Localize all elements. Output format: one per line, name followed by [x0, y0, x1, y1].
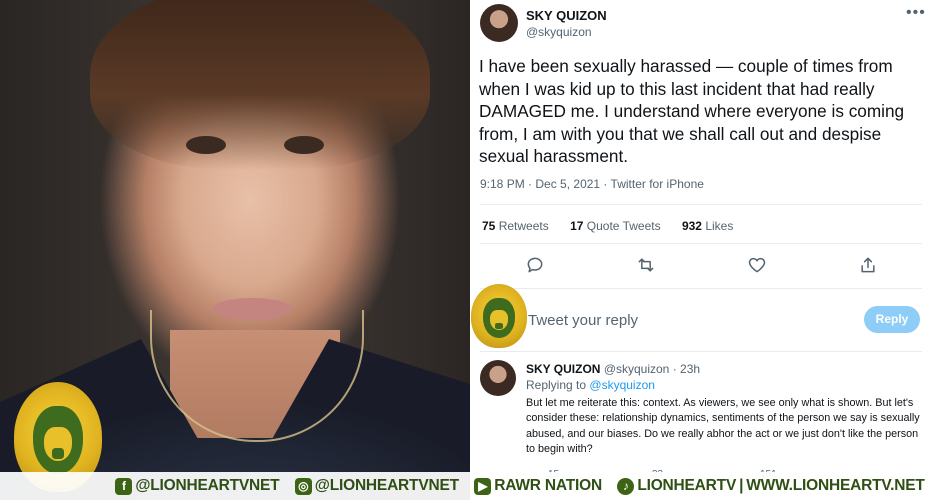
instagram-icon: ◎ — [294, 477, 312, 495]
banner-separator: | — [739, 477, 744, 494]
reply-icon[interactable] — [525, 255, 547, 277]
reply-text: But let me reiterate this: context. As v… — [526, 397, 920, 456]
photo-lips — [212, 298, 292, 320]
photo-right-eye — [284, 136, 324, 154]
website-link[interactable]: WWW.LIONHEARTV.NET — [746, 477, 925, 495]
tiktok-icon: ♪ — [617, 477, 635, 495]
quote-tweets-stat[interactable]: 17 Quote Tweets — [570, 219, 661, 233]
more-horizontal-icon[interactable]: ••• — [906, 4, 926, 22]
author-display-name[interactable]: SKY QUIZON — [526, 8, 607, 23]
instagram-link[interactable]: ◎ @LIONHEARTVNET — [294, 477, 459, 495]
divider — [480, 243, 922, 244]
retweets-stat[interactable]: 75 Retweets — [482, 219, 549, 233]
tweet-source[interactable]: Twitter for iPhone — [611, 177, 704, 191]
facebook-link[interactable]: f @LIONHEARTVNET — [115, 477, 280, 495]
photo-hair — [90, 0, 430, 170]
tiktok-link[interactable]: ♪ LIONHEARTV | WWW.LIONHEARTV.NET — [617, 477, 925, 495]
tweet-date[interactable]: Dec 5, 2021 — [535, 177, 600, 191]
share-icon[interactable] — [858, 255, 880, 277]
tweet-stats: 75 Retweets 17 Quote Tweets 932 Likes — [482, 219, 751, 233]
reply-author-handle[interactable]: @skyquizon — [604, 362, 670, 376]
tweet-text: I have been sexually harassed — couple o… — [479, 56, 905, 166]
social-banner: f @LIONHEARTVNET ◎ @LIONHEARTVNET ▶ RAWR… — [0, 472, 940, 500]
like-icon[interactable] — [747, 255, 769, 277]
reply-author-avatar[interactable] — [480, 360, 516, 396]
reply-age[interactable]: 23h — [680, 362, 700, 376]
divider — [480, 288, 922, 289]
lion-logo-icon — [471, 284, 527, 348]
youtube-name: RAWR NATION — [494, 477, 602, 494]
author-avatar[interactable] — [480, 4, 518, 42]
retweets-label: Retweets — [498, 219, 549, 233]
reply-input[interactable]: Tweet your reply — [528, 312, 638, 329]
tiktok-handle: LIONHEARTV — [637, 477, 737, 494]
youtube-icon: ▶ — [474, 477, 492, 495]
quote-count: 17 — [570, 219, 584, 233]
likes-label: Likes — [705, 219, 734, 233]
replying-to-handle[interactable]: @skyquizon — [589, 378, 655, 392]
reply-button[interactable]: Reply — [864, 306, 920, 333]
photo-left-eye — [186, 136, 226, 154]
replying-to: Replying to @skyquizon — [526, 378, 655, 392]
replying-to-label: Replying to — [526, 378, 587, 392]
author-handle[interactable]: @skyquizon — [526, 25, 592, 39]
instagram-handle: @LIONHEARTVNET — [314, 477, 459, 494]
quote-label: Quote Tweets — [586, 219, 661, 233]
facebook-icon: f — [115, 477, 133, 495]
reply-author-line: SKY QUIZON @skyquizon · 23h — [526, 362, 701, 376]
tweet-time[interactable]: 9:18 PM — [480, 177, 525, 191]
facebook-handle: @LIONHEARTVNET — [135, 477, 280, 494]
divider — [480, 204, 922, 205]
divider — [480, 351, 922, 352]
tweet-meta: 9:18 PM · Dec 5, 2021 · Twitter for iPho… — [480, 177, 704, 191]
reply-author-name[interactable]: SKY QUIZON — [526, 362, 600, 376]
likes-stat[interactable]: 932 Likes — [682, 219, 733, 233]
youtube-link[interactable]: ▶ RAWR NATION — [474, 477, 602, 495]
likes-count: 932 — [681, 219, 702, 233]
retweets-count: 75 — [482, 219, 496, 233]
retweet-icon[interactable] — [636, 255, 658, 277]
